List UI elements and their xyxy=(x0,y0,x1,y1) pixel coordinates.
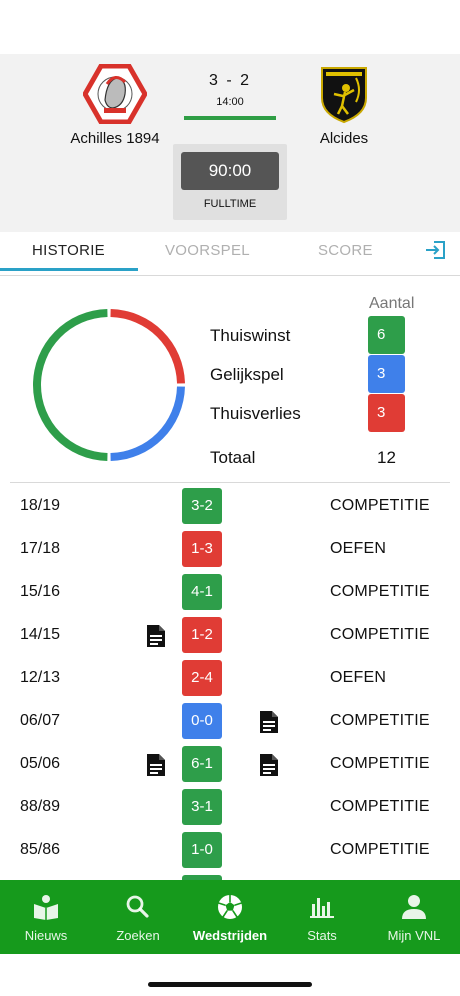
match-history-list[interactable]: 18/19 3-2 COMPETITIE 17/18 1-3 OEFEN 15/16 4-1 C… xyxy=(0,484,460,880)
donut-segment xyxy=(110,386,185,461)
score-block: 3 - 2 14:00 xyxy=(184,72,276,120)
stat-badge-home-win: 6 xyxy=(368,316,405,354)
season-label: 06/07 xyxy=(20,712,61,729)
bar-chart-icon xyxy=(310,898,334,918)
result-badge: 2-4 xyxy=(182,660,222,696)
season-label: 85/86 xyxy=(20,841,61,858)
match-type-label: COMPETITIE xyxy=(330,798,430,815)
result-badge: 0-0 xyxy=(182,703,222,739)
match-type-label: COMPETITIE xyxy=(330,712,430,729)
stat-label-draw: Gelijkspel xyxy=(210,365,284,384)
results-donut-chart xyxy=(32,309,185,461)
home-indicator-area xyxy=(0,954,460,996)
match-history-row[interactable]: 14/15 1-2 COMPETITIE xyxy=(0,613,460,656)
away-team-name: Alcides xyxy=(319,130,369,147)
stat-badge-home-loss: 3 xyxy=(368,394,405,432)
stat-label-home-win: Thuiswinst xyxy=(210,326,291,345)
match-type-label: COMPETITIE xyxy=(330,583,430,600)
away-team[interactable]: Alcides xyxy=(264,64,424,147)
match-report-icon[interactable] xyxy=(259,710,279,734)
nav-nieuws[interactable]: Nieuws xyxy=(0,880,92,954)
match-history-row[interactable]: 88/89 3-1 COMPETITIE xyxy=(0,785,460,828)
match-history-row[interactable] xyxy=(0,871,460,880)
divider xyxy=(10,482,450,483)
match-type-label: COMPETITIE xyxy=(330,626,430,643)
person-icon xyxy=(402,895,426,919)
away-team-crest-icon xyxy=(321,67,367,124)
active-tab-indicator xyxy=(0,268,138,271)
nav-label: Wedstrijden xyxy=(192,928,268,943)
match-type-label: COMPETITIE xyxy=(330,497,430,514)
tab-voorspel[interactable]: VOORSPEL xyxy=(165,242,250,259)
season-label: 15/16 xyxy=(20,583,61,600)
nav-label: Stats xyxy=(307,928,337,943)
result-badge: 1-2 xyxy=(182,617,222,653)
result-badge: 3-2 xyxy=(182,488,222,524)
nav-stats[interactable]: Stats xyxy=(276,880,368,954)
home-team-crest-icon xyxy=(83,64,147,124)
result-badge: 1-0 xyxy=(182,832,222,868)
season-label: 88/89 xyxy=(20,798,61,815)
history-summary: Aantal Thuiswinst 6 Gelijkspel 3 Thuisve… xyxy=(0,276,460,482)
nav-wedstrijden[interactable]: Wedstrijden xyxy=(184,880,276,954)
match-history-row[interactable]: 06/07 0-0 COMPETITIE xyxy=(0,699,460,742)
exit-icon[interactable] xyxy=(424,238,448,262)
soccer-ball-icon xyxy=(218,895,242,919)
bottom-navigation: Nieuws Zoeken Wedstrijden Stats Mijn VNL xyxy=(0,880,460,954)
news-icon xyxy=(34,895,58,920)
match-history-row[interactable]: 18/19 3-2 COMPETITIE xyxy=(0,484,460,527)
match-clock-box: 90:00 FULLTIME xyxy=(173,144,287,220)
count-header: Aantal xyxy=(369,295,415,312)
match-history-row[interactable]: 17/18 1-3 OEFEN xyxy=(0,527,460,570)
result-badge: 3-1 xyxy=(182,789,222,825)
match-period: FULLTIME xyxy=(203,198,257,210)
donut-segment xyxy=(110,309,185,384)
match-clock: 90:00 xyxy=(181,152,279,190)
result-badge: 6-1 xyxy=(182,746,222,782)
match-report-icon[interactable] xyxy=(146,753,166,777)
result-badge: 1-3 xyxy=(182,531,222,567)
match-history-row[interactable]: 12/13 2-4 OEFEN xyxy=(0,656,460,699)
tab-historie[interactable]: HISTORIE xyxy=(32,242,105,259)
season-label: 05/06 xyxy=(20,755,61,772)
nav-mijn-vnl[interactable]: Mijn VNL xyxy=(368,880,460,954)
nav-label: Nieuws xyxy=(24,928,68,943)
match-score: 3 - 2 xyxy=(208,72,251,89)
match-report-icon[interactable] xyxy=(259,753,279,777)
match-type-label: OEFEN xyxy=(330,669,387,686)
home-team[interactable]: Achilles 1894 xyxy=(35,64,195,147)
match-history-row[interactable]: 15/16 4-1 COMPETITIE xyxy=(0,570,460,613)
match-type-label: COMPETITIE xyxy=(330,755,430,772)
tab-bar: HISTORIE VOORSPEL SCORE xyxy=(0,232,460,276)
season-label: 17/18 xyxy=(20,540,61,557)
match-type-label: COMPETITIE xyxy=(330,841,430,858)
match-header: Achilles 1894 3 - 2 14:00 Alcides 90:00 … xyxy=(0,54,460,232)
donut-segment xyxy=(32,309,108,461)
match-history-row[interactable]: 05/06 6-1 COMPETITIE xyxy=(0,742,460,785)
kickoff-time: 14:00 xyxy=(216,96,244,108)
match-history-row[interactable]: 85/86 1-0 COMPETITIE xyxy=(0,828,460,871)
season-label: 12/13 xyxy=(20,669,61,686)
total-label: Totaal xyxy=(210,448,256,467)
home-indicator[interactable] xyxy=(148,982,312,987)
tab-score[interactable]: SCORE xyxy=(318,242,373,259)
status-bar xyxy=(0,0,460,54)
total-value: 12 xyxy=(377,448,396,467)
match-type-label: OEFEN xyxy=(330,540,387,557)
match-report-icon[interactable] xyxy=(146,624,166,648)
result-badge: 4-1 xyxy=(182,574,222,610)
home-team-name: Achilles 1894 xyxy=(70,130,160,147)
season-label: 14/15 xyxy=(20,626,61,643)
nav-label: Mijn VNL xyxy=(387,928,441,943)
stat-label-home-loss: Thuisverlies xyxy=(210,404,301,423)
score-underline xyxy=(184,116,276,120)
season-label: 18/19 xyxy=(20,497,61,514)
nav-zoeken[interactable]: Zoeken xyxy=(92,880,184,954)
nav-label: Zoeken xyxy=(116,928,160,943)
stat-badge-draw: 3 xyxy=(368,355,405,393)
search-icon xyxy=(126,895,149,918)
